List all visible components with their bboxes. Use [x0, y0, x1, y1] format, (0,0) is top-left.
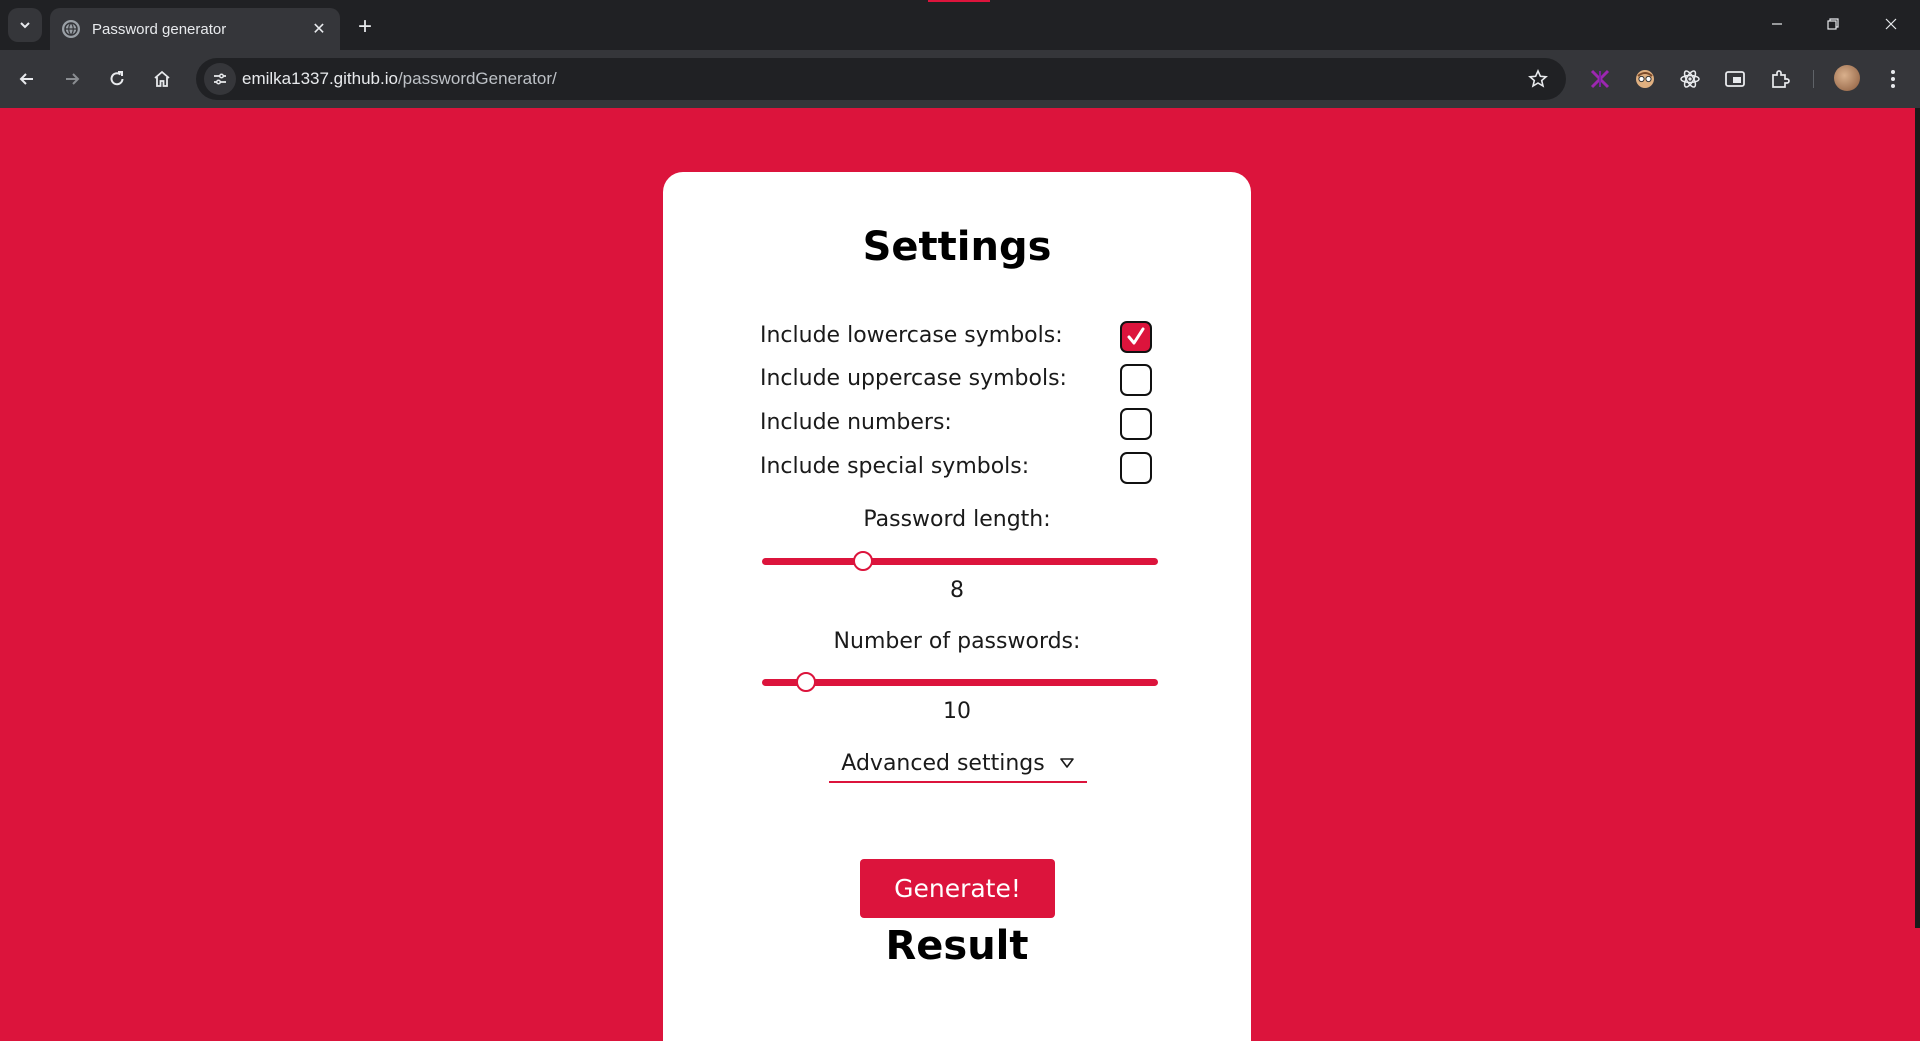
puzzle-icon[interactable] — [1767, 66, 1793, 92]
option-special: Include special symbols: — [760, 450, 1156, 484]
url-path: /passwordGenerator/ — [397, 69, 557, 88]
extension-icon[interactable] — [1632, 66, 1658, 92]
slider-thumb[interactable] — [852, 551, 873, 571]
checkmark-icon — [1127, 327, 1145, 345]
back-icon[interactable] — [11, 63, 43, 95]
option-label: Include lowercase symbols: — [760, 323, 1063, 348]
profile-avatar[interactable] — [1834, 65, 1860, 91]
active-tab[interactable]: Password generator ✕ — [50, 8, 340, 50]
restore-icon[interactable] — [1810, 8, 1856, 40]
special-checkbox[interactable] — [1120, 452, 1152, 484]
close-icon[interactable]: ✕ — [308, 18, 330, 40]
tab-strip: Password generator ✕ + — [0, 0, 1920, 50]
password-length-label: Password length: — [863, 507, 1051, 532]
recording-indicator — [928, 0, 990, 2]
address-bar[interactable]: emilka1337.github.io/passwordGenerator/ — [196, 58, 1566, 100]
reload-icon[interactable] — [101, 63, 133, 95]
slider-thumb[interactable] — [795, 672, 816, 692]
site-info-icon[interactable] — [204, 63, 236, 95]
minimize-icon[interactable] — [1754, 8, 1800, 40]
extension-icon[interactable] — [1587, 66, 1613, 92]
toolbar-separator — [1813, 70, 1814, 88]
option-uppercase: Include uppercase symbols: — [760, 362, 1156, 396]
lowercase-checkbox[interactable] — [1120, 321, 1152, 353]
scrollbar-thumb[interactable] — [1915, 108, 1920, 928]
triangle-down-icon — [1059, 758, 1074, 768]
slider-track — [762, 679, 1158, 686]
numbers-checkbox[interactable] — [1120, 408, 1152, 440]
window-close-icon[interactable] — [1868, 8, 1914, 40]
password-length-value: 8 — [950, 578, 964, 603]
tab-list-button[interactable] — [8, 8, 42, 42]
password-length-slider[interactable] — [762, 549, 1158, 573]
uppercase-checkbox[interactable] — [1120, 364, 1152, 396]
tab-title: Password generator — [92, 20, 227, 38]
number-of-passwords-label: Number of passwords: — [833, 629, 1081, 654]
menu-icon[interactable] — [1880, 66, 1906, 92]
advanced-settings-toggle[interactable]: Advanced settings — [829, 745, 1087, 783]
star-icon[interactable] — [1526, 67, 1550, 91]
option-label: Include numbers: — [760, 410, 952, 435]
plus-icon: + — [357, 13, 372, 40]
number-of-passwords-value: 10 — [943, 699, 971, 724]
home-icon[interactable] — [146, 63, 178, 95]
settings-card: Settings Include lowercase symbols: Incl… — [663, 172, 1251, 1041]
url-host: emilka1337.github.io — [242, 69, 398, 88]
settings-title: Settings — [862, 224, 1052, 270]
browser-toolbar: emilka1337.github.io/passwordGenerator/ — [0, 50, 1920, 108]
forward-icon[interactable] — [56, 63, 88, 95]
picture-in-picture-icon[interactable] — [1722, 66, 1748, 92]
new-tab-button[interactable]: + — [350, 12, 380, 42]
globe-icon — [62, 20, 80, 38]
option-label: Include uppercase symbols: — [760, 366, 1067, 391]
url-text[interactable]: emilka1337.github.io/passwordGenerator/ — [242, 69, 557, 89]
generate-button[interactable]: Generate! — [860, 859, 1055, 918]
result-title: Result — [885, 923, 1029, 969]
page-scrollbar[interactable] — [1915, 108, 1920, 1041]
atom-icon[interactable] — [1677, 66, 1703, 92]
option-label: Include special symbols: — [760, 454, 1030, 479]
option-lowercase: Include lowercase symbols: — [760, 319, 1156, 353]
number-of-passwords-slider[interactable] — [762, 670, 1158, 694]
slider-track — [762, 558, 1158, 565]
chevron-down-icon — [20, 22, 30, 29]
page-viewport: Settings Include lowercase symbols: Incl… — [0, 108, 1915, 1041]
advanced-settings-label: Advanced settings — [841, 750, 1045, 776]
option-numbers: Include numbers: — [760, 406, 1156, 440]
